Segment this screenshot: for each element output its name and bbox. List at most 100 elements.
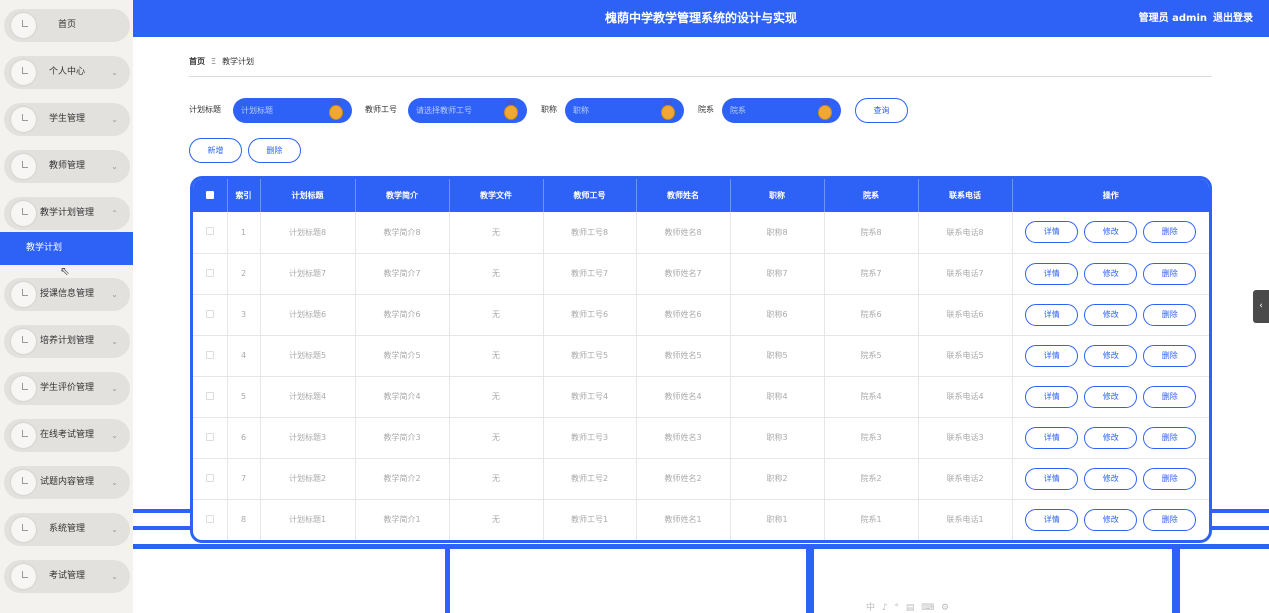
table-cell: 教学简介6 xyxy=(355,294,450,336)
app-title: 槐荫中学教学管理系统的设计与实现 xyxy=(604,11,797,25)
table-cell: 计划标题7 xyxy=(260,253,356,295)
table-cell: 教学简介4 xyxy=(355,376,450,418)
chevron-down-icon: ⌄ xyxy=(111,572,118,581)
detail-button[interactable]: 详情 xyxy=(1025,508,1079,531)
sidebar-item[interactable]: 在线考试管理 ⌄ xyxy=(4,419,130,452)
table-cell: 无 xyxy=(449,294,544,336)
sidebar-item[interactable]: 首页 xyxy=(4,9,130,42)
sidebar-item[interactable]: 学生管理 ⌄ xyxy=(4,103,130,136)
row-checkbox[interactable] xyxy=(193,417,228,459)
row-delete-button[interactable]: 删除 xyxy=(1143,221,1197,244)
row-checkbox[interactable] xyxy=(193,335,228,377)
row-delete-button[interactable]: 删除 xyxy=(1143,426,1197,449)
row-checkbox[interactable] xyxy=(193,458,228,500)
edit-button[interactable]: 修改 xyxy=(1084,467,1138,490)
detail-button[interactable]: 详情 xyxy=(1025,426,1079,449)
table-cell: 计划标题4 xyxy=(260,376,356,418)
sidebar-subitem-teaching-plan[interactable]: 教学计划 xyxy=(0,232,133,265)
edit-button[interactable]: 修改 xyxy=(1084,385,1138,408)
row-actions: 详情 修改 删除 xyxy=(1012,499,1209,540)
row-delete-button[interactable]: 删除 xyxy=(1143,385,1197,408)
breadcrumb-home[interactable]: 首页 xyxy=(189,57,205,66)
sidebar-item[interactable]: 教学计划管理 ⌃ xyxy=(4,197,130,230)
query-button[interactable]: 查询 xyxy=(855,98,908,123)
table-cell: 联系电话6 xyxy=(918,294,1013,336)
breadcrumb: 首页 Ξ 教学计划 xyxy=(189,56,254,67)
teacher-id-select[interactable]: 请选择教师工号 xyxy=(408,98,527,123)
edit-button[interactable]: 修改 xyxy=(1084,221,1138,244)
table-cell: 计划标题3 xyxy=(260,417,356,459)
chevron-down-icon: ⌄ xyxy=(111,290,118,299)
teaching-plan-table: 索引 计划标题 教学简介 教学文件 教师工号 教师姓名 职称 院系 联系电话 操… xyxy=(190,176,1212,543)
top-header: 槐荫中学教学管理系统的设计与实现 管理员 admin 退出登录 xyxy=(133,0,1269,37)
select-all-checkbox[interactable] xyxy=(193,179,228,212)
chevron-down-icon: ⌄ xyxy=(111,431,118,440)
table-cell: 计划标题5 xyxy=(260,335,356,377)
edit-button[interactable]: 修改 xyxy=(1084,426,1138,449)
table-cell: 院系2 xyxy=(824,458,919,500)
sidebar-item[interactable]: 考试管理 ⌄ xyxy=(4,560,130,593)
edit-button[interactable]: 修改 xyxy=(1084,262,1138,285)
table-cell: 教师工号3 xyxy=(543,417,637,459)
table-cell: 无 xyxy=(449,458,544,500)
breadcrumb-divider xyxy=(189,76,1212,77)
column-header: 院系 xyxy=(824,179,919,212)
detail-button[interactable]: 详情 xyxy=(1025,385,1079,408)
edit-button[interactable]: 修改 xyxy=(1084,508,1138,531)
detail-button[interactable]: 详情 xyxy=(1025,221,1079,244)
table-row: 7 计划标题2 教学简介2 无教师工号2 教师姓名2 职称2 院系2 联系电话2 详情 修改 删除 xyxy=(193,458,1209,500)
table-cell: 教学简介2 xyxy=(355,458,450,500)
chevron-down-icon: ⌄ xyxy=(111,162,118,171)
table-cell: 联系电话8 xyxy=(918,212,1013,254)
detail-button[interactable]: 详情 xyxy=(1025,262,1079,285)
row-checkbox[interactable] xyxy=(193,376,228,418)
table-cell: 院系6 xyxy=(824,294,919,336)
row-delete-button[interactable]: 删除 xyxy=(1143,262,1197,285)
table-cell: 4 xyxy=(227,335,261,377)
delete-button[interactable]: 删除 xyxy=(248,138,301,163)
admin-label: 管理员 admin xyxy=(1138,13,1207,24)
sidebar-item[interactable]: 学生评价管理 ⌄ xyxy=(4,372,130,405)
title-input[interactable]: 职称 xyxy=(565,98,684,123)
sidebar-item[interactable]: 试题内容管理 ⌄ xyxy=(4,466,130,499)
department-input[interactable]: 院系 xyxy=(722,98,841,123)
table-cell: 计划标题6 xyxy=(260,294,356,336)
sidebar-item[interactable]: 个人中心 ⌄ xyxy=(4,56,130,89)
sidebar-item[interactable]: 授课信息管理 ⌄ xyxy=(4,278,130,311)
row-delete-button[interactable]: 删除 xyxy=(1143,344,1197,367)
mouse-cursor-icon: ⇖ xyxy=(60,264,71,278)
sidebar-item[interactable]: 系统管理 ⌄ xyxy=(4,513,130,546)
table-cell: 3 xyxy=(227,294,261,336)
edit-button[interactable]: 修改 xyxy=(1084,303,1138,326)
detail-button[interactable]: 详情 xyxy=(1025,303,1079,326)
table-cell: 教师姓名3 xyxy=(636,417,731,459)
plan-title-input[interactable]: 计划标题 xyxy=(233,98,352,123)
table-cell: 教学简介1 xyxy=(355,499,450,540)
detail-button[interactable]: 详情 xyxy=(1025,344,1079,367)
table-cell: 联系电话2 xyxy=(918,458,1013,500)
table-cell: 无 xyxy=(449,212,544,254)
table-cell: 职称7 xyxy=(730,253,825,295)
table-cell: 教师姓名7 xyxy=(636,253,731,295)
add-button[interactable]: 新增 xyxy=(189,138,242,163)
row-checkbox[interactable] xyxy=(193,253,228,295)
row-delete-button[interactable]: 删除 xyxy=(1143,508,1197,531)
row-checkbox[interactable] xyxy=(193,499,228,540)
edit-button[interactable]: 修改 xyxy=(1084,344,1138,367)
row-delete-button[interactable]: 删除 xyxy=(1143,303,1197,326)
plan-title-placeholder: 计划标题 xyxy=(241,106,273,115)
row-checkbox[interactable] xyxy=(193,294,228,336)
row-checkbox[interactable] xyxy=(193,212,228,254)
detail-button[interactable]: 详情 xyxy=(1025,467,1079,490)
table-cell: 5 xyxy=(227,376,261,418)
medal-icon xyxy=(504,100,518,120)
sidebar-item[interactable]: 教师管理 ⌄ xyxy=(4,150,130,183)
table-cell: 联系电话7 xyxy=(918,253,1013,295)
search-label-department: 院系 xyxy=(698,105,714,114)
collapse-tab-icon[interactable]: ‹ xyxy=(1253,290,1269,323)
sidebar-item[interactable]: 培养计划管理 ⌄ xyxy=(4,325,130,358)
logout-link[interactable]: 退出登录 xyxy=(1213,0,1253,37)
table-cell: 无 xyxy=(449,335,544,377)
table-cell: 教师姓名8 xyxy=(636,212,731,254)
row-delete-button[interactable]: 删除 xyxy=(1143,467,1197,490)
